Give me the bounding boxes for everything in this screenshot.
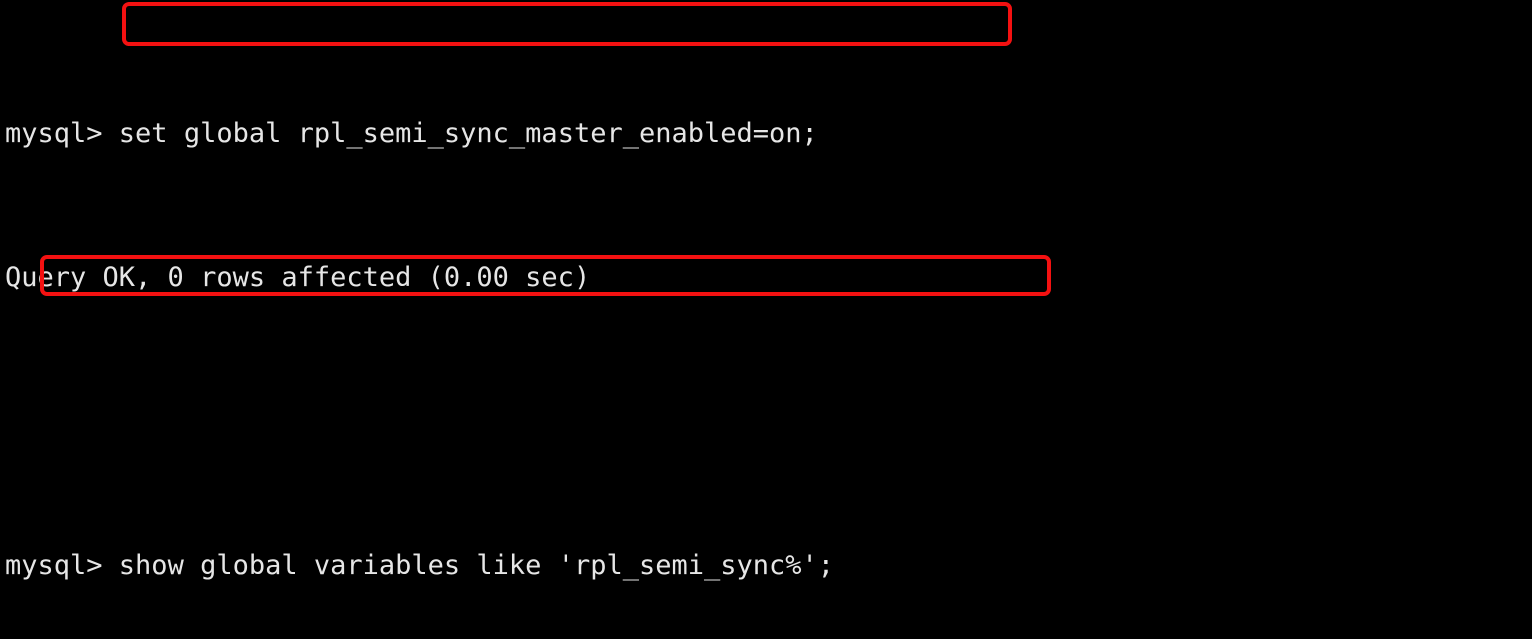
terminal-output: mysql> set global rpl_semi_sync_master_e…	[5, 8, 948, 639]
command-line-2: mysql> show global variables like 'rpl_s…	[5, 548, 948, 584]
command-1-text: set global rpl_semi_sync_master_enabled=…	[118, 118, 818, 149]
command-2-text: show global variables like 'rpl_semi_syn…	[118, 550, 835, 581]
command-line-1: mysql> set global rpl_semi_sync_master_e…	[5, 116, 948, 152]
prompt-2: mysql>	[5, 550, 119, 581]
command-1-result: Query OK, 0 rows affected (0.00 sec)	[5, 262, 591, 293]
prompt-1: mysql>	[5, 118, 119, 149]
terminal-screen[interactable]: mysql> set global rpl_semi_sync_master_e…	[0, 0, 1532, 639]
